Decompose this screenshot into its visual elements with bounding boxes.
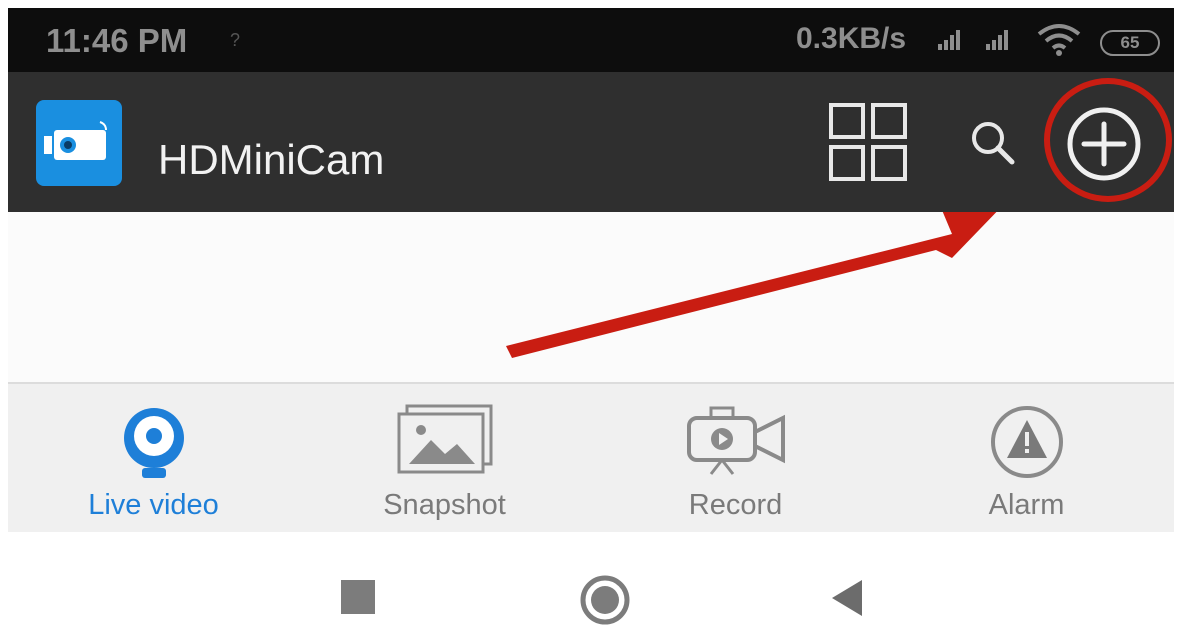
signal-icon <box>986 30 1010 50</box>
recents-icon[interactable] <box>341 580 375 614</box>
battery-icon: 65 <box>1100 30 1160 56</box>
system-nav-bar <box>8 532 1174 625</box>
add-device-icon[interactable] <box>1062 102 1146 186</box>
tab-label: Snapshot <box>383 489 506 521</box>
app-title: HDMiniCam <box>158 136 385 183</box>
signal-icon <box>938 30 962 50</box>
snapshot-icon <box>397 404 492 474</box>
tab-live-video[interactable]: Live video <box>8 384 299 532</box>
bottom-tab-bar: Live video Snapshot Record Alarm <box>8 382 1174 532</box>
live-video-icon <box>123 408 184 478</box>
app-bar: HDMiniCam <box>8 72 1174 212</box>
tab-label: Live video <box>88 489 219 521</box>
device-list-area <box>8 212 1174 382</box>
status-bar: 11:46 PM ? 0.3KB/s 65 <box>8 8 1174 72</box>
annotation-arrow-icon <box>506 212 997 358</box>
network-speed: 0.3KB/s <box>796 22 907 55</box>
status-time: 11:46 PM <box>46 22 188 59</box>
tab-alarm[interactable]: Alarm <box>881 384 1172 532</box>
wifi-icon <box>1037 24 1081 56</box>
tab-label: Record <box>688 489 783 521</box>
back-icon[interactable] <box>828 578 864 618</box>
tab-record[interactable]: Record <box>590 384 881 532</box>
grid-view-icon[interactable] <box>828 102 908 182</box>
network-hint-icon: ? <box>230 30 241 50</box>
search-icon[interactable] <box>968 120 1018 166</box>
alarm-icon <box>990 406 1063 478</box>
home-icon[interactable] <box>579 574 631 626</box>
tab-label: Alarm <box>988 489 1065 521</box>
record-icon <box>686 406 785 475</box>
tab-snapshot[interactable]: Snapshot <box>299 384 590 532</box>
app-logo-icon <box>36 100 122 186</box>
